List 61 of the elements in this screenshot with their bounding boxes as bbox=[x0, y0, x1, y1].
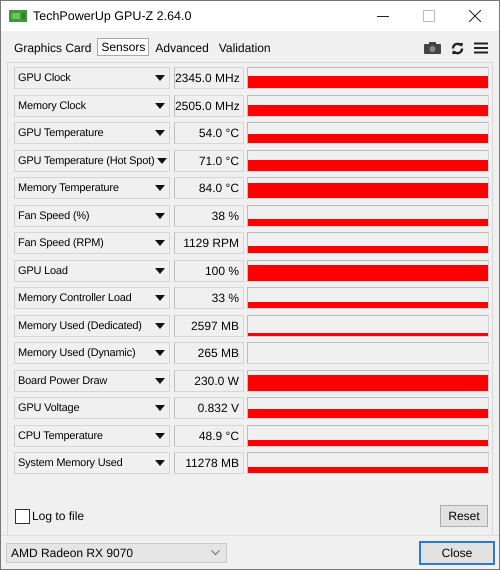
sensor-dropdown[interactable]: Memory Used (Dedicated) bbox=[14, 314, 170, 336]
sensor-value: 230.0 W bbox=[174, 370, 244, 392]
sensor-value: 11278 MB bbox=[174, 452, 244, 474]
gpu-dropdown[interactable]: AMD Radeon RX 9070 bbox=[6, 543, 227, 563]
sensor-value: 84.0 °C bbox=[174, 177, 244, 199]
sensor-dropdown[interactable]: GPU Voltage bbox=[14, 397, 170, 419]
dropdown-arrow-icon[interactable] bbox=[155, 240, 165, 246]
close-icon[interactable] bbox=[469, 10, 481, 22]
tab[interactable]: Graphics Card bbox=[10, 38, 96, 58]
sensor-value: 100 % bbox=[174, 260, 244, 282]
sensor-dropdown[interactable]: GPU Load bbox=[14, 260, 170, 282]
sensor-dropdown[interactable]: Memory Controller Load bbox=[14, 287, 170, 309]
dropdown-arrow-icon[interactable] bbox=[155, 432, 165, 438]
sensor-value: 38 % bbox=[174, 204, 244, 226]
sensor-value: 71.0 °C bbox=[174, 150, 244, 172]
dropdown-arrow-icon[interactable] bbox=[155, 102, 165, 108]
sensor-dropdown[interactable]: CPU Temperature bbox=[14, 424, 170, 446]
tab[interactable]: Sensors bbox=[97, 38, 150, 56]
close-button[interactable]: Close bbox=[419, 541, 495, 565]
dropdown-arrow-icon[interactable] bbox=[155, 322, 165, 328]
sensor-value: 2505.0 MHz bbox=[174, 94, 244, 116]
sensor-dropdown[interactable]: GPU Temperature bbox=[14, 122, 170, 144]
tab[interactable]: Validation bbox=[214, 38, 275, 58]
sensor-dropdown[interactable]: Fan Speed (RPM) bbox=[14, 232, 170, 254]
dropdown-arrow-icon[interactable] bbox=[155, 75, 165, 81]
dropdown-arrow-icon[interactable] bbox=[155, 295, 165, 301]
menu-icon[interactable] bbox=[474, 42, 488, 54]
dropdown-arrow-icon[interactable] bbox=[155, 130, 165, 136]
sensor-dropdown[interactable]: Memory Temperature bbox=[14, 177, 170, 199]
sensor-dropdown[interactable]: Memory Clock bbox=[14, 94, 170, 116]
chevron-icon[interactable] bbox=[211, 550, 220, 556]
tab[interactable]: Advanced bbox=[151, 38, 213, 58]
log-to-file-checkbox[interactable] bbox=[15, 508, 30, 524]
window-title: TechPowerUp GPU-Z 2.64.0 bbox=[33, 9, 192, 23]
camera-icon[interactable] bbox=[424, 42, 441, 54]
sensor-value: 2345.0 MHz bbox=[174, 67, 244, 89]
reset-button[interactable]: Reset bbox=[440, 505, 488, 527]
refresh-icon[interactable] bbox=[451, 42, 464, 54]
dropdown-arrow-icon[interactable] bbox=[155, 185, 165, 191]
checkbox-label[interactable]: Log to file bbox=[32, 509, 84, 523]
sensor-dropdown[interactable]: Board Power Draw bbox=[14, 370, 170, 392]
dropdown-arrow-icon[interactable] bbox=[155, 405, 165, 411]
dropdown-arrow-icon[interactable] bbox=[155, 350, 165, 356]
sensor-value: 0.832 V bbox=[174, 397, 244, 419]
sensor-dropdown[interactable]: Fan Speed (%) bbox=[14, 204, 170, 226]
sensor-value: 54.0 °C bbox=[174, 122, 244, 144]
dropdown-arrow-icon[interactable] bbox=[155, 268, 165, 274]
sensor-value: 48.9 °C bbox=[174, 424, 244, 446]
sensor-dropdown[interactable]: System Memory Used bbox=[14, 452, 170, 474]
dropdown-arrow-icon[interactable] bbox=[155, 212, 165, 218]
sensor-value: 265 MB bbox=[174, 342, 244, 364]
sensor-value: 2597 MB bbox=[174, 314, 244, 336]
sensor-value: 33 % bbox=[174, 287, 244, 309]
sensor-dropdown[interactable]: GPU Temperature (Hot Spot) bbox=[14, 150, 170, 172]
graphics-card-icon bbox=[9, 9, 27, 23]
sensor-dropdown[interactable]: Memory Used (Dynamic) bbox=[14, 342, 170, 364]
dropdown-arrow-icon[interactable] bbox=[157, 158, 168, 164]
dropdown-arrow-icon[interactable] bbox=[155, 460, 165, 466]
sensor-value: 1129 RPM bbox=[174, 232, 244, 254]
sensor-dropdown[interactable]: GPU Clock bbox=[14, 67, 170, 89]
dropdown-arrow-icon[interactable] bbox=[155, 378, 165, 384]
